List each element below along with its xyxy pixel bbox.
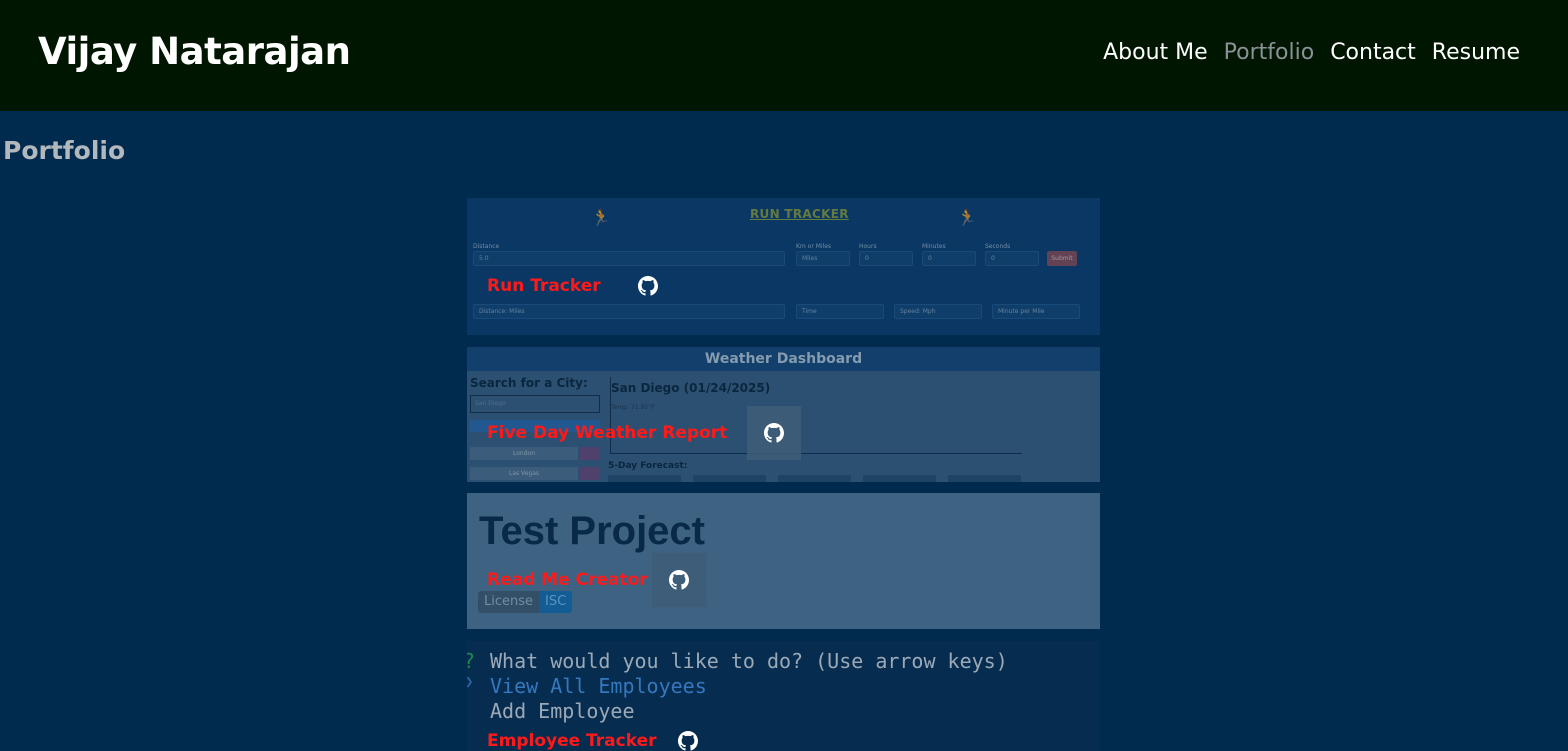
screenshot-search-label: Search for a City: <box>470 376 588 390</box>
runner-icon: 🏃 <box>957 208 977 227</box>
project-card-readme[interactable]: Test Project License ISC Read Me Creator <box>467 493 1100 629</box>
screenshot-label: Seconds <box>985 243 1011 250</box>
screenshot-prompt: What would you like to do? (Use arrow ke… <box>490 649 1008 673</box>
nav-contact[interactable]: Contact <box>1330 40 1416 65</box>
prompt-mark: ? <box>467 649 475 673</box>
screenshot-result: Minute per Mile <box>992 304 1080 319</box>
screenshot-label: Distance <box>473 243 500 250</box>
screenshot-label: Km or Miles <box>796 243 832 250</box>
github-icon[interactable] <box>621 259 675 313</box>
forecast-day <box>778 475 851 482</box>
screenshot-field: 0 <box>985 251 1039 266</box>
main-nav: About Me Portfolio Contact Resume <box>1103 40 1520 65</box>
screenshot-city: Las Vegas <box>470 467 578 480</box>
pointer-icon: ❯ <box>467 674 473 690</box>
screenshot-label: Minutes <box>922 243 946 250</box>
screenshot-title: Test Project <box>479 509 705 553</box>
project-link-weather[interactable]: Five Day Weather Report <box>483 421 731 445</box>
screenshot-header: Weather Dashboard <box>467 347 1100 371</box>
screenshot-submit: Submit <box>1047 251 1077 266</box>
project-label: Employee Tracker <box>483 714 715 751</box>
project-link-run-tracker[interactable]: Run Tracker <box>483 274 605 298</box>
project-card-run-tracker[interactable]: 🏃 RUN TRACKER 🏃 Distance Km or Miles Hou… <box>467 198 1100 335</box>
screenshot-label: Hours <box>859 243 877 250</box>
screenshot-field: 0 <box>922 251 976 266</box>
project-label: Read Me Creator <box>483 553 706 607</box>
project-label: Run Tracker <box>483 259 675 313</box>
section-title: Portfolio <box>3 136 126 165</box>
project-link-employee-tracker[interactable]: Employee Tracker <box>483 729 661 751</box>
forecast-day <box>948 475 1021 482</box>
project-label: Five Day Weather Report <box>483 406 802 460</box>
project-card-employee-tracker[interactable]: ? What would you like to do? (Use arrow … <box>467 641 1100 751</box>
screenshot-result: Time <box>796 304 884 319</box>
trash-icon <box>580 467 600 480</box>
screenshot-field: 0 <box>859 251 913 266</box>
nav-about-me[interactable]: About Me <box>1103 40 1208 65</box>
project-link-readme[interactable]: Read Me Creator <box>483 568 652 592</box>
github-icon[interactable] <box>661 714 715 751</box>
forecast-day <box>693 475 766 482</box>
site-header: Vijay Natarajan About Me Portfolio Conta… <box>0 0 1568 111</box>
forecast-day <box>863 475 936 482</box>
screenshot-selected-option: View All Employees <box>490 674 707 698</box>
screenshot-title: RUN TRACKER <box>750 207 849 221</box>
nav-portfolio[interactable]: Portfolio <box>1224 40 1315 65</box>
screenshot-city-date: San Diego (01/24/2025) <box>611 381 771 395</box>
nav-resume[interactable]: Resume <box>1432 40 1520 65</box>
github-icon[interactable] <box>747 406 802 460</box>
runner-icon: 🏃 <box>591 208 611 227</box>
screenshot-forecast-label: 5-Day Forecast: <box>608 461 688 471</box>
screenshot-result: Speed: Mph <box>894 304 982 319</box>
screenshot-field: Miles <box>796 251 850 266</box>
project-card-weather[interactable]: Weather Dashboard Search for a City: San… <box>467 347 1100 482</box>
github-icon[interactable] <box>651 553 706 607</box>
forecast-day <box>608 475 681 482</box>
site-title[interactable]: Vijay Natarajan <box>38 30 351 73</box>
